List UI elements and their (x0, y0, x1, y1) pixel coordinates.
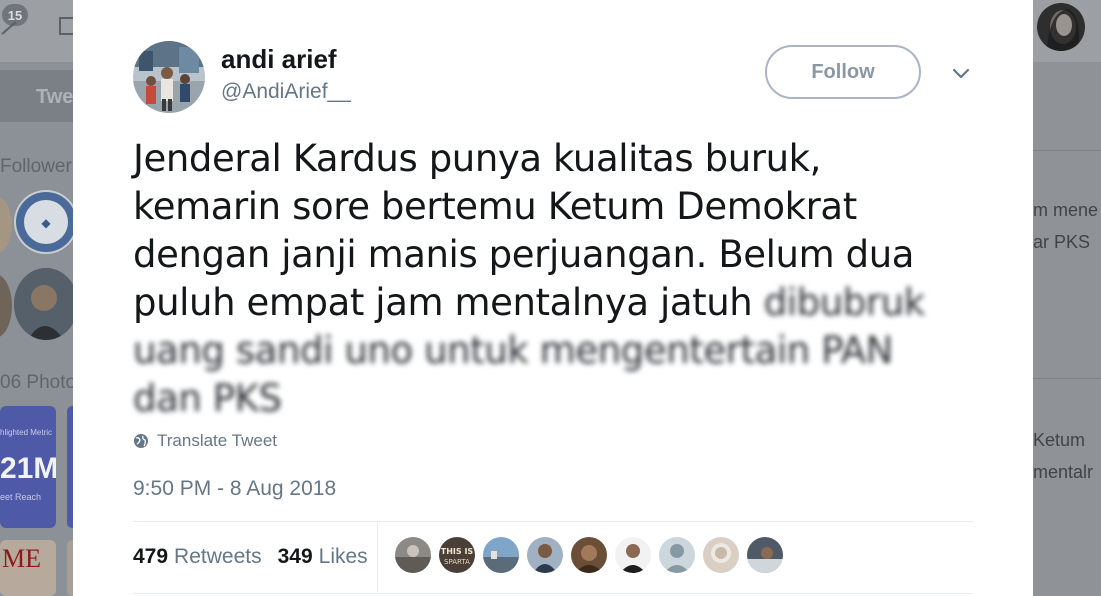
retweets-label: Retweets (174, 545, 262, 568)
timeline-divider (1033, 150, 1101, 151)
author-name[interactable]: andi arief (221, 44, 337, 75)
liker-avatar[interactable] (747, 537, 783, 573)
chevron-down-icon[interactable] (949, 62, 973, 86)
follow-button[interactable]: Follow (765, 45, 921, 99)
account-avatar[interactable] (1037, 3, 1085, 51)
tweet-text: Jenderal Kardus punya kualitas buruk, ke… (133, 135, 953, 423)
timeline-snippet: Ketum (1033, 430, 1086, 450)
stats-separator (377, 522, 378, 592)
followers-you-know-label: Follower (0, 156, 72, 177)
photo-thumbnail[interactable]: ME (0, 540, 56, 596)
liker-avatar[interactable] (527, 537, 563, 573)
photos-label: 06 Photo (0, 372, 77, 393)
background-right-column (1033, 62, 1101, 596)
liker-avatar[interactable] (659, 537, 695, 573)
liker-avatar[interactable]: THIS IS SPARTA (439, 537, 475, 573)
globe-icon (134, 434, 148, 448)
translate-tweet-label[interactable]: Translate Tweet (157, 431, 277, 451)
liker-avatar[interactable] (483, 537, 519, 573)
timeline-snippet: mentalr (1033, 462, 1094, 482)
stats-top-divider (133, 521, 973, 522)
photo-thumbnail[interactable]: hlighted Metric 21M eet Reach (0, 406, 56, 528)
liker-avatar[interactable] (615, 537, 651, 573)
retweets-count: 479 (133, 545, 169, 568)
follower-avatar[interactable] (14, 268, 78, 340)
svg-text:SPARTA: SPARTA (444, 558, 470, 566)
follower-avatar[interactable]: ◆ (14, 190, 78, 254)
tweet-modal: andi arief @AndiArief__ Follow Jenderal … (73, 0, 1033, 596)
timeline-divider (1033, 378, 1101, 379)
liker-avatar[interactable] (571, 537, 607, 573)
likes-stat[interactable]: 349 Likes (278, 545, 368, 569)
svg-text:◆: ◆ (41, 216, 51, 230)
svg-text:THIS IS: THIS IS (441, 547, 474, 556)
tweet-stats: 479 Retweets 349 Likes (133, 540, 368, 574)
liker-avatar[interactable] (395, 537, 431, 573)
likes-label: Likes (318, 545, 368, 568)
retweets-stat[interactable]: 479 Retweets (133, 545, 262, 569)
likes-count: 349 (277, 545, 313, 568)
author-handle[interactable]: @AndiArief__ (221, 80, 351, 104)
timeline-snippet: ar PKS (1033, 232, 1091, 252)
stats-bottom-divider (133, 593, 973, 594)
author-avatar[interactable] (133, 41, 205, 113)
translate-tweet-link[interactable]: Translate Tweet (133, 431, 277, 451)
tweet-timestamp[interactable]: 9:50 PM - 8 Aug 2018 (133, 477, 336, 501)
timeline-snippet: m mene (1033, 200, 1099, 220)
bell-icon[interactable] (0, 18, 18, 38)
liker-avatar[interactable] (703, 537, 739, 573)
tweet-compose-button[interactable]: Twe (0, 70, 73, 122)
